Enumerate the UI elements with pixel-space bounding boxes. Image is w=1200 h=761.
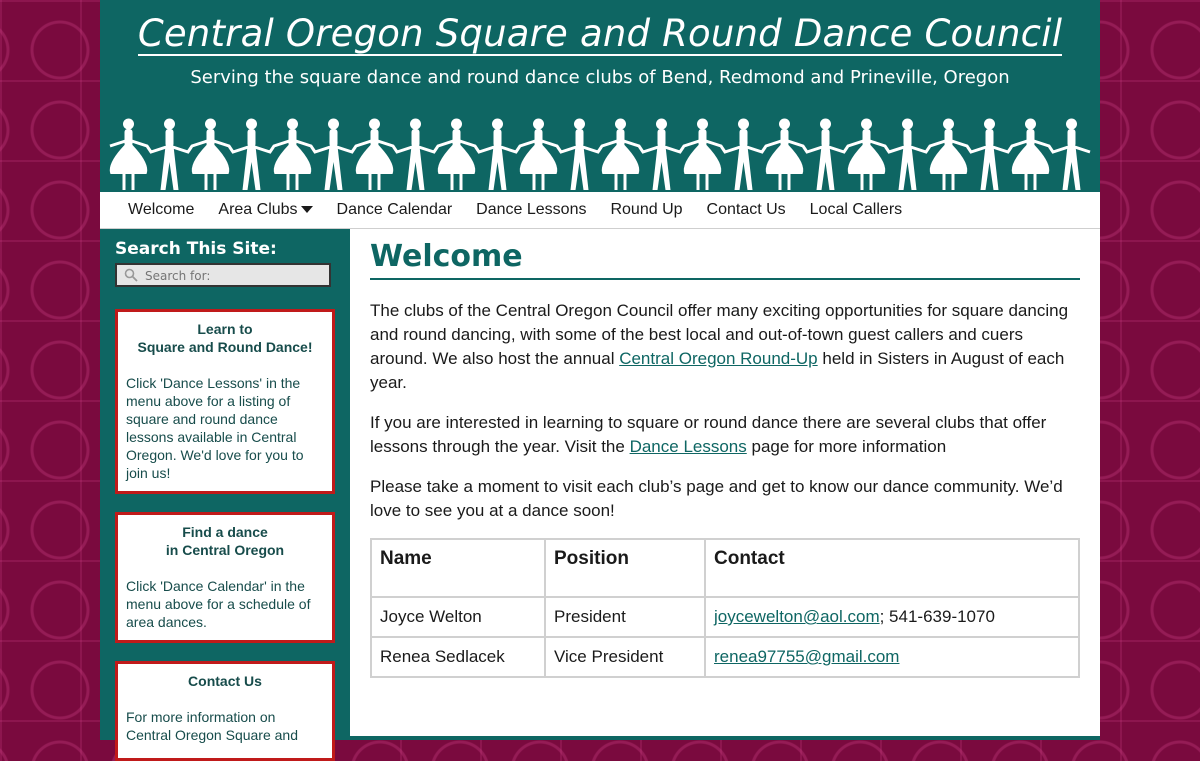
cell-name: Joyce Welton	[370, 596, 546, 638]
nav-item-contact-us[interactable]: Contact Us	[695, 192, 798, 228]
dancer-figure	[1011, 118, 1050, 190]
site-tagline: Serving the square dance and round dance…	[190, 67, 1010, 88]
site-header: Central Oregon Square and Round Dance Co…	[100, 0, 1100, 192]
dancer-figure	[160, 118, 179, 190]
dance-lessons-link[interactable]: Dance Lessons	[630, 437, 747, 456]
dancer-figure	[570, 118, 589, 190]
widget-title-line: Learn to	[197, 321, 253, 337]
table-header-row: Name Position Contact	[370, 538, 1080, 598]
dancer-figure	[601, 118, 640, 190]
nav-label: Dance Lessons	[476, 201, 587, 218]
nav-item-area-clubs[interactable]: Area Clubs	[206, 192, 324, 228]
widget-learn-to-dance: Learn to Square and Round Dance! Click '…	[115, 309, 335, 494]
widget-title-line: in Central Oregon	[165, 542, 285, 558]
widget-title: Find a dance in Central Oregon	[126, 523, 324, 559]
sidebar: Search This Site: Learn to Square and Ro…	[100, 229, 350, 761]
dancer-figure	[816, 118, 835, 190]
email-link[interactable]: renea97755@gmail.com	[714, 647, 899, 666]
cell-contact: renea97755@gmail.com	[704, 636, 1080, 678]
nav-label: Local Callers	[809, 201, 903, 218]
page-title: Welcome	[370, 239, 1080, 280]
dancer-figure	[683, 118, 722, 190]
dancer-figure	[847, 118, 886, 190]
cell-position: President	[544, 596, 706, 638]
column-header-name: Name	[370, 538, 546, 598]
dancers-banner-image	[109, 118, 1091, 190]
main-nav: Welcome Area Clubs Dance Calendar Dance …	[100, 192, 1100, 229]
dancer-figure	[980, 118, 999, 190]
site-title[interactable]: Central Oregon Square and Round Dance Co…	[100, 12, 1100, 55]
nav-label: Dance Calendar	[336, 201, 453, 218]
nav-item-local-callers[interactable]: Local Callers	[798, 192, 914, 228]
nav-item-welcome[interactable]: Welcome	[116, 192, 206, 228]
widget-title: Contact Us	[126, 672, 324, 690]
widget-body: Click 'Dance Lessons' in the menu above …	[126, 375, 304, 481]
dancer-figure	[191, 118, 230, 190]
column-header-position: Position	[544, 538, 706, 598]
widget-title-line: Contact Us	[188, 673, 262, 689]
dancer-figure	[734, 118, 753, 190]
widget-title: Learn to Square and Round Dance!	[126, 320, 324, 356]
nav-label: Area Clubs	[218, 201, 298, 218]
column-header-contact: Contact	[704, 538, 1080, 598]
nav-item-dance-calendar[interactable]: Dance Calendar	[325, 192, 465, 228]
dancer-figure	[929, 118, 968, 190]
lessons-paragraph: If you are interested in learning to squ…	[370, 411, 1080, 459]
nav-item-round-up[interactable]: Round Up	[598, 192, 694, 228]
search-icon	[124, 268, 138, 282]
community-paragraph: Please take a moment to visit each club’…	[370, 477, 1063, 520]
dancer-figure	[1062, 118, 1081, 190]
widget-find-a-dance: Find a dance in Central Oregon Click 'Da…	[115, 512, 335, 643]
dancer-figure	[355, 118, 394, 190]
title-underline	[138, 54, 1062, 56]
phone-text: ; 541-639-1070	[879, 607, 995, 626]
cell-name: Renea Sedlacek	[370, 636, 546, 678]
search-box	[115, 263, 331, 287]
email-link[interactable]: joycewelton@aol.com	[714, 607, 880, 626]
table-row: Renea Sedlacek Vice President renea97755…	[370, 636, 1080, 678]
dancer-figure	[898, 118, 917, 190]
nav-label: Welcome	[128, 201, 195, 218]
widget-body: For more information on Central Oregon S…	[126, 709, 298, 743]
dancer-figure	[109, 118, 148, 190]
cell-position: Vice President	[544, 636, 706, 678]
main-content: Welcome The clubs of the Central Oregon …	[350, 229, 1100, 736]
widget-contact-us: Contact Us For more information on Centr…	[115, 661, 335, 761]
widget-body: Click 'Dance Calendar' in the menu above…	[126, 578, 311, 630]
search-heading: Search This Site:	[115, 239, 277, 259]
dancer-figure	[765, 118, 804, 190]
dropdown-caret-icon	[300, 206, 313, 214]
search-input[interactable]	[143, 266, 327, 286]
dancer-figure	[488, 118, 507, 190]
dancer-figure	[406, 118, 425, 190]
round-up-link[interactable]: Central Oregon Round-Up	[619, 349, 817, 368]
officers-table: Name Position Contact Joyce Welton Presi…	[370, 538, 1080, 678]
text-run: page for more information	[746, 437, 947, 456]
dancer-figure	[273, 118, 312, 190]
table-row: Joyce Welton President joycewelton@aol.c…	[370, 596, 1080, 638]
cell-contact: joycewelton@aol.com; 541-639-1070	[704, 596, 1080, 638]
page-wrapper: Central Oregon Square and Round Dance Co…	[100, 0, 1100, 761]
dancer-figure	[242, 118, 261, 190]
dancer-figure	[324, 118, 343, 190]
dancer-figure	[437, 118, 476, 190]
intro-paragraph: The clubs of the Central Oregon Council …	[370, 299, 1080, 395]
nav-item-dance-lessons[interactable]: Dance Lessons	[464, 192, 598, 228]
nav-label: Round Up	[610, 201, 683, 218]
widget-title-line: Find a dance	[182, 524, 268, 540]
widget-title-line: Square and Round Dance!	[137, 339, 313, 355]
dancer-figure	[652, 118, 671, 190]
dancer-figure	[519, 118, 558, 190]
nav-label: Contact Us	[706, 201, 786, 218]
